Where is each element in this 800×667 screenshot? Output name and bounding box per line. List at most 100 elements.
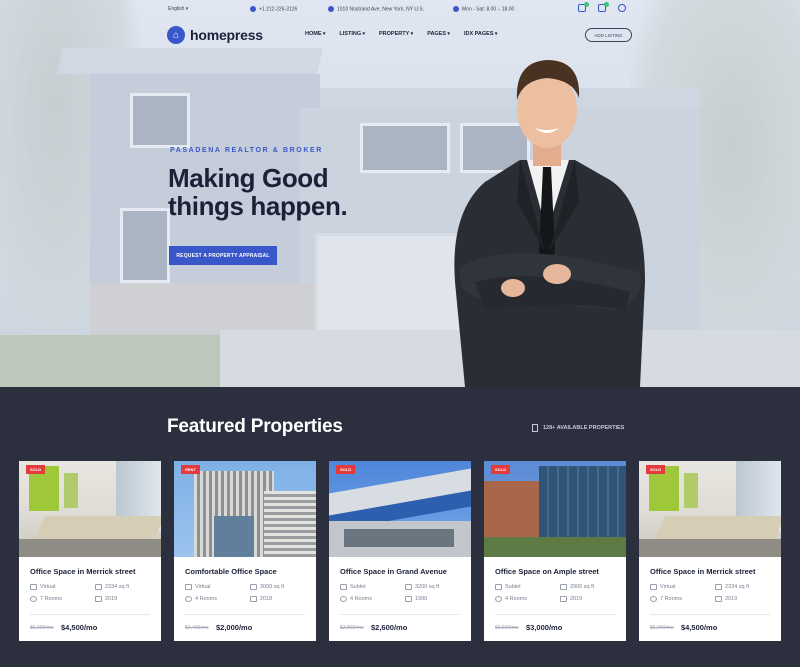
nav-idx-pages[interactable]: IDX PAGES	[464, 31, 497, 37]
property-card[interactable]: SOLD Office Space in Merrick street Virt…	[639, 461, 781, 641]
request-appraisal-button[interactable]: REQUEST A PROPERTY APPRAISAL	[169, 246, 277, 265]
add-listing-button[interactable]: ADD LISTING	[585, 28, 632, 42]
phone-icon	[250, 6, 256, 12]
type-icon	[30, 584, 37, 590]
headline-line-1: Making Good	[168, 163, 329, 193]
property-card[interactable]: SOLD Office Space on Ample street Sublet…	[484, 461, 626, 641]
old-price: $3,500/mo	[495, 625, 519, 631]
year-icon	[560, 596, 567, 602]
heart-icon[interactable]	[598, 2, 609, 12]
hours-info: Mon - Sat: 8.00 – 18.00	[453, 6, 514, 12]
type-icon	[340, 584, 347, 590]
available-count[interactable]: 128+ AVAILABLE PROPERTIES	[532, 424, 624, 432]
phone-info[interactable]: +1 212-226-3126	[250, 6, 297, 12]
area-icon	[95, 584, 102, 590]
nav-listing[interactable]: LISTING	[339, 31, 365, 37]
price: $2,000/mo	[216, 623, 253, 632]
rooms-icon	[185, 596, 192, 602]
compare-icon[interactable]	[578, 2, 589, 12]
status-badge: SOLD	[491, 465, 511, 474]
property-rooms: 7 Rooms	[660, 596, 683, 602]
hero-eyebrow: PASADENA REALTOR & BROKER	[170, 147, 323, 154]
property-type: Virtual	[40, 584, 56, 590]
year-icon	[95, 596, 102, 602]
property-area: 3200 sq ft	[415, 584, 440, 590]
top-bar: English ▾ +1 212-226-3126 1010 Nostrand …	[0, 0, 800, 18]
area-icon	[715, 584, 722, 590]
property-rooms: 4 Rooms	[505, 596, 528, 602]
old-price: $2,400/mo	[185, 625, 209, 631]
property-area: 2900 sq ft	[570, 584, 595, 590]
area-icon	[560, 584, 567, 590]
rooms-icon	[340, 596, 347, 602]
property-card[interactable]: SOLD Office Space in Grand Avenue Sublet…	[329, 461, 471, 641]
area-icon	[405, 584, 412, 590]
clock-icon	[453, 6, 459, 12]
agent-photo	[454, 60, 645, 387]
property-image[interactable]: RENT	[174, 461, 316, 557]
property-image[interactable]: SOLD	[484, 461, 626, 557]
building-icon	[532, 424, 538, 432]
property-area: 2334 sq ft	[105, 584, 130, 590]
nav-home[interactable]: HOME	[305, 31, 325, 37]
brand-name: homepress	[190, 27, 263, 43]
property-rooms: 4 Rooms	[195, 596, 218, 602]
type-icon	[650, 584, 657, 590]
property-card[interactable]: RENT Comfortable Office Space Virtual 30…	[174, 461, 316, 641]
property-area: 3000 sq ft	[260, 584, 285, 590]
year-icon	[715, 596, 722, 602]
featured-title: Featured Properties	[167, 416, 343, 437]
status-badge: SOLD	[336, 465, 356, 474]
rooms-icon	[30, 596, 37, 602]
property-year: 2019	[725, 596, 738, 602]
area-icon	[250, 584, 257, 590]
address-info: 1010 Nostrand Ave, New York, NY U.S.	[328, 6, 424, 12]
rooms-icon	[495, 596, 502, 602]
property-title[interactable]: Office Space in Grand Avenue	[340, 567, 447, 576]
add-listing-label: ADD LISTING	[594, 32, 623, 38]
language-selector[interactable]: English ▾	[168, 6, 188, 12]
property-image[interactable]: SOLD	[19, 461, 161, 557]
property-title[interactable]: Office Space in Merrick street	[650, 567, 755, 576]
house-logo-icon: ⌂	[167, 26, 185, 44]
property-title[interactable]: Office Space in Merrick street	[30, 567, 135, 576]
year-icon	[405, 596, 412, 602]
property-type: Virtual	[195, 584, 211, 590]
old-price: $2,800/mo	[340, 625, 364, 631]
old-price: $5,000/mo	[650, 625, 674, 631]
property-year: 2018	[260, 596, 273, 602]
property-rooms: 7 Rooms	[40, 596, 63, 602]
hero-section: English ▾ +1 212-226-3126 1010 Nostrand …	[0, 0, 800, 387]
property-image[interactable]: SOLD	[639, 461, 781, 557]
logo[interactable]: ⌂ homepress	[167, 26, 263, 44]
price: $3,000/mo	[526, 623, 563, 632]
price: $4,500/mo	[61, 623, 98, 632]
property-year: 1990	[415, 596, 428, 602]
property-year: 2019	[105, 596, 118, 602]
property-title[interactable]: Office Space on Ample street	[495, 567, 599, 576]
property-type: Sublet	[350, 584, 366, 590]
property-title[interactable]: Comfortable Office Space	[185, 567, 277, 576]
type-icon	[185, 584, 192, 590]
property-type: Sublet	[505, 584, 521, 590]
year-icon	[250, 596, 257, 602]
main-nav: HOME LISTING PROPERTY PAGES IDX PAGES	[305, 31, 497, 37]
property-card[interactable]: SOLD Office Space in Merrick street Virt…	[19, 461, 161, 641]
location-pin-icon	[328, 6, 334, 12]
property-cards: SOLD Office Space in Merrick street Virt…	[19, 461, 781, 641]
price: $4,500/mo	[681, 623, 718, 632]
property-year: 2019	[570, 596, 583, 602]
user-icon[interactable]	[618, 4, 626, 12]
property-type: Virtual	[660, 584, 676, 590]
old-price: $5,000/mo	[30, 625, 54, 631]
rooms-icon	[650, 596, 657, 602]
nav-property[interactable]: PROPERTY	[379, 31, 413, 37]
price: $2,600/mo	[371, 623, 408, 632]
property-image[interactable]: SOLD	[329, 461, 471, 557]
property-rooms: 4 Rooms	[350, 596, 373, 602]
type-icon	[495, 584, 502, 590]
nav-pages[interactable]: PAGES	[427, 31, 450, 37]
status-badge: SOLD	[26, 465, 46, 474]
cta-label: REQUEST A PROPERTY APPRAISAL	[176, 252, 270, 259]
property-area: 2334 sq ft	[725, 584, 750, 590]
